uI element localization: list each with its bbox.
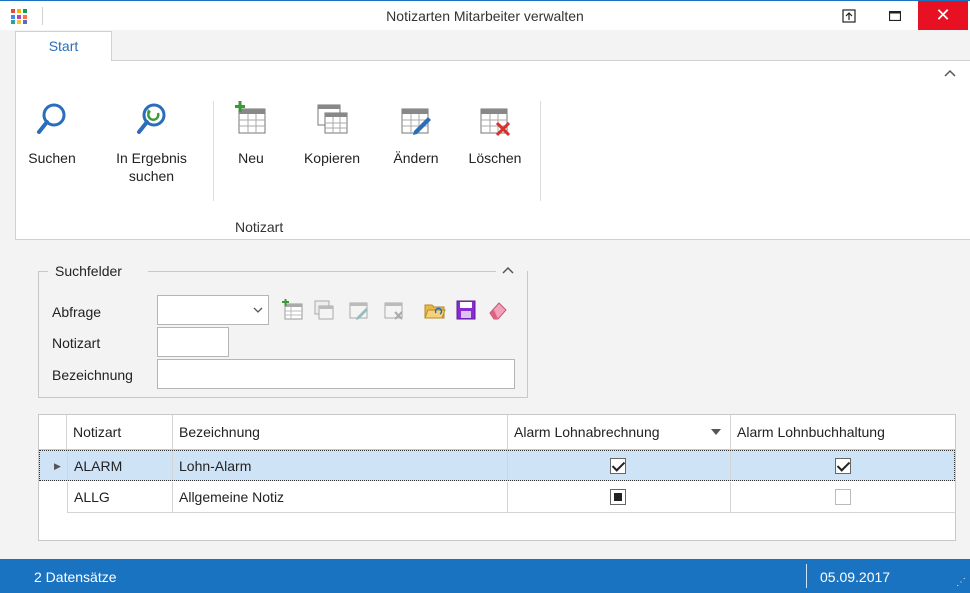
magnifier-refresh-icon <box>136 103 165 134</box>
sort-down-icon[interactable] <box>711 429 721 435</box>
row-pointer-icon: ▶ <box>54 461 61 471</box>
table-add-icon <box>235 101 266 134</box>
ribbon-panel: Suchen In Ergebnis suchen Neu Kopieren Ä… <box>15 60 970 240</box>
in-ergebnis-suchen-button[interactable]: In Ergebnis suchen <box>104 101 199 185</box>
neu-button[interactable]: Neu <box>226 101 276 167</box>
ribbon-tab-strip <box>0 30 970 61</box>
close-icon: ✕ <box>935 5 951 25</box>
column-header-alarm-lohnbuchhaltung[interactable]: Alarm Lohnbuchhaltung <box>731 415 955 449</box>
title-bar: Notizarten Mitarbeiter verwalten ✕ <box>0 0 970 30</box>
table-row[interactable]: ALLG Allgemeine Notiz <box>39 482 955 513</box>
resize-grip-icon[interactable]: ⋰ <box>956 577 966 588</box>
search-fields-title: Suchfelder <box>55 263 122 279</box>
ribbon-group-label: Notizart <box>235 219 284 235</box>
eraser-icon[interactable] <box>487 299 509 321</box>
notizart-input[interactable] <box>157 327 229 357</box>
loeschen-label: Löschen <box>468 150 522 166</box>
folder-open-icon[interactable] <box>424 299 446 321</box>
cell-notizart[interactable]: ALARM <box>67 451 173 480</box>
query-edit-icon[interactable] <box>348 299 370 321</box>
aendern-button[interactable]: Ändern <box>386 101 446 167</box>
column-header-notizart[interactable]: Notizart <box>67 415 173 449</box>
bezeichnung-label: Bezeichnung <box>52 367 133 383</box>
column-header-bezeichnung[interactable]: Bezeichnung <box>173 415 508 449</box>
cell-bezeichnung[interactable]: Lohn-Alarm <box>173 451 508 480</box>
table-edit-icon <box>401 108 431 135</box>
data-grid: Notizart Bezeichnung Alarm Lohnabrechnun… <box>38 414 956 541</box>
restore-up-icon <box>842 8 856 23</box>
chevron-down-icon[interactable] <box>247 295 269 325</box>
query-delete-icon[interactable] <box>383 299 405 321</box>
column-header-alarm-lohnabrechnung-label: Alarm Lohnabrechnung <box>514 424 660 440</box>
ribbon-group-separator-end <box>540 101 541 201</box>
status-separator <box>806 564 807 588</box>
in-ergebnis-label-1: In Ergebnis <box>116 150 187 166</box>
in-ergebnis-label-2: suchen <box>128 168 175 184</box>
cell-notizart[interactable]: ALLG <box>67 482 173 513</box>
suchen-button[interactable]: Suchen <box>24 101 80 167</box>
ribbon-group-separator <box>213 101 214 201</box>
cell-alarm-lohnbuchhaltung[interactable] <box>731 482 955 513</box>
tab-start[interactable]: Start <box>15 31 112 61</box>
status-date: 05.09.2017 <box>820 569 891 585</box>
table-copy-icon <box>317 104 348 134</box>
maximize-icon <box>889 10 901 21</box>
cell-alarm-lohnbuchhaltung[interactable] <box>731 451 954 480</box>
neu-label: Neu <box>238 150 264 166</box>
save-icon[interactable] <box>455 299 477 321</box>
loeschen-button[interactable]: Löschen <box>462 101 528 167</box>
restore-up-button[interactable] <box>826 1 872 30</box>
window-title: Notizarten Mitarbeiter verwalten <box>386 8 584 24</box>
cell-alarm-lohnabrechnung[interactable] <box>508 482 731 513</box>
search-fields-line-right <box>148 271 496 272</box>
checkbox-alarm-lohnbuchhaltung[interactable] <box>835 489 851 505</box>
checkbox-alarm-lohnbuchhaltung[interactable] <box>835 458 851 474</box>
query-new-icon[interactable] <box>282 299 304 321</box>
magnifier-icon <box>37 103 66 134</box>
aendern-label: Ändern <box>393 150 439 166</box>
table-row[interactable]: ▶ ALARM Lohn-Alarm <box>39 450 955 481</box>
maximize-button[interactable] <box>872 1 918 30</box>
checkbox-alarm-lohnabrechnung[interactable] <box>610 489 626 505</box>
status-bar: 2 Datensätze 05.09.2017 ⋰ <box>0 559 970 593</box>
search-fields-collapse-chevron-icon[interactable] <box>502 261 514 277</box>
kopieren-label: Kopieren <box>303 150 361 166</box>
search-fields-line-left <box>38 271 48 272</box>
checkbox-alarm-lohnabrechnung[interactable] <box>610 458 626 474</box>
ribbon-collapse-chevron-icon[interactable] <box>944 64 956 80</box>
table-delete-icon <box>480 108 511 137</box>
bezeichnung-input[interactable] <box>157 359 515 389</box>
suchen-label: Suchen <box>28 150 76 166</box>
cell-bezeichnung[interactable]: Allgemeine Notiz <box>173 482 508 513</box>
record-count: 2 Datensätze <box>34 569 117 585</box>
column-header-alarm-lohnabrechnung[interactable]: Alarm Lohnabrechnung <box>508 415 731 449</box>
close-button[interactable]: ✕ <box>918 1 968 30</box>
kopieren-button[interactable]: Kopieren <box>296 101 368 167</box>
grid-header: Notizart Bezeichnung Alarm Lohnabrechnun… <box>39 415 955 450</box>
abfrage-label: Abfrage <box>52 304 102 320</box>
notizart-label: Notizart <box>52 335 101 351</box>
query-copy-icon[interactable] <box>313 299 335 321</box>
row-indicator-header <box>39 415 67 449</box>
cell-alarm-lohnabrechnung[interactable] <box>508 451 731 480</box>
